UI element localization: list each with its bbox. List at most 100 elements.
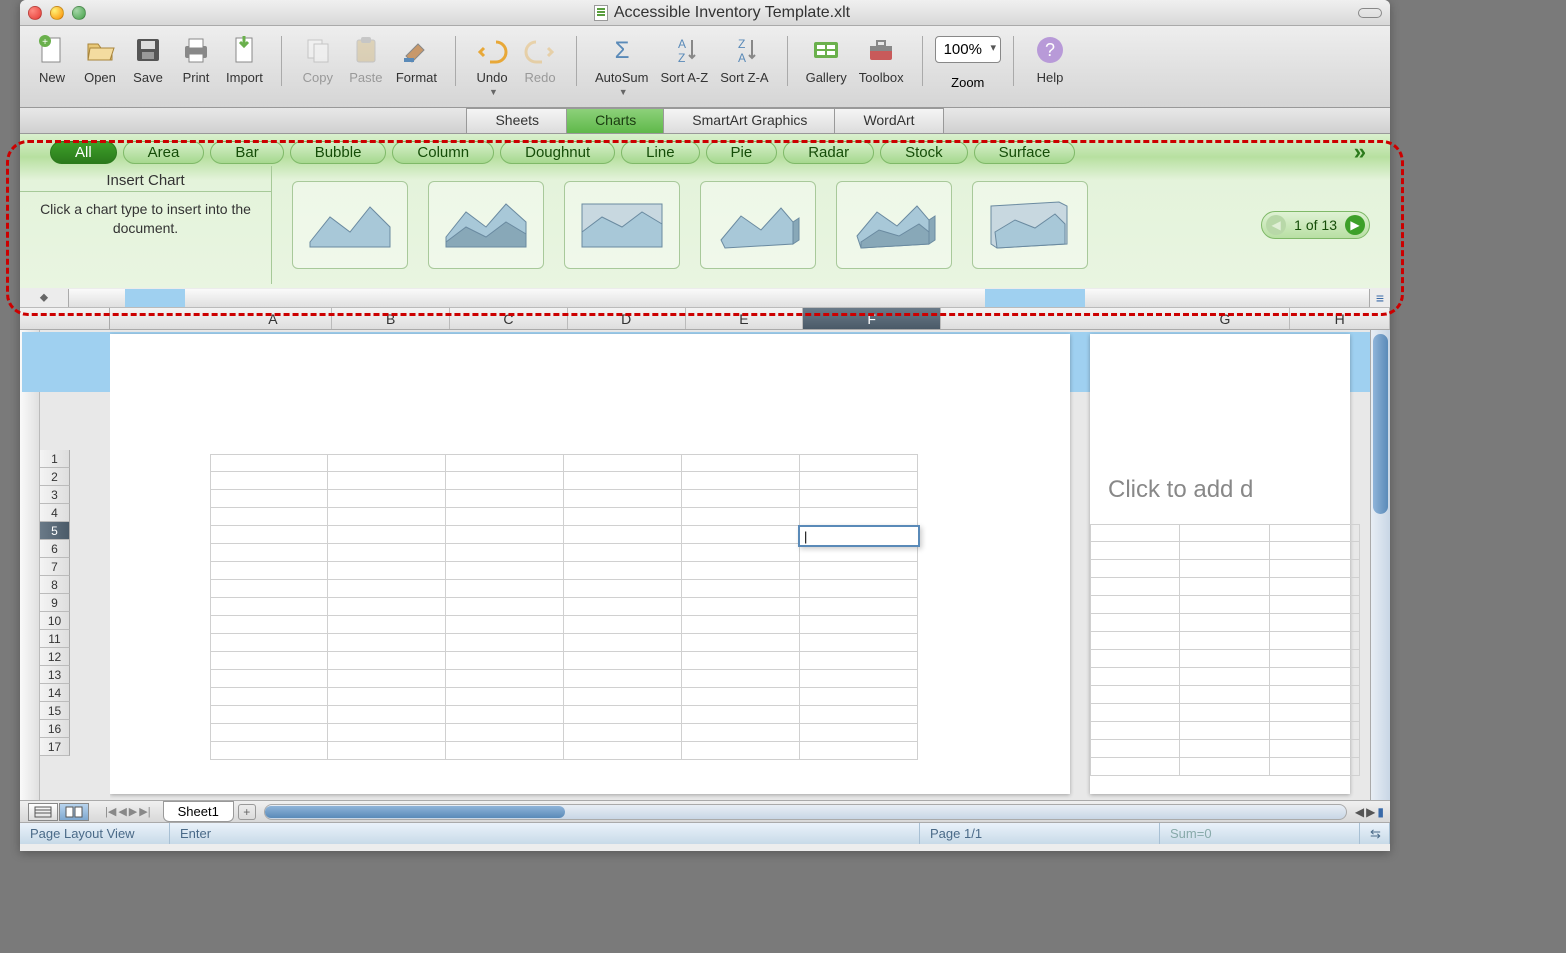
page-layout-view-button[interactable] <box>59 803 89 821</box>
cell[interactable] <box>446 670 564 688</box>
cell[interactable] <box>1180 650 1270 668</box>
sheet-tab-sheet1[interactable]: Sheet1 <box>163 801 234 822</box>
cell[interactable] <box>800 688 918 706</box>
cell[interactable] <box>682 742 800 760</box>
cell[interactable] <box>682 490 800 508</box>
new-button[interactable]: + New <box>28 32 76 85</box>
paste-button[interactable]: Paste <box>342 32 390 85</box>
undo-button[interactable]: Undo▼ <box>468 32 516 97</box>
cell[interactable] <box>1180 578 1270 596</box>
cell[interactable] <box>446 526 564 544</box>
cell[interactable] <box>1270 704 1360 722</box>
gallery-tab-charts[interactable]: Charts <box>566 108 665 133</box>
active-cell-editor[interactable]: | <box>798 525 920 547</box>
toolbox-button[interactable]: Toolbox <box>853 32 910 85</box>
select-all-button[interactable] <box>20 308 110 329</box>
sort-za-button[interactable]: ZA Sort Z-A <box>714 32 774 85</box>
hscroll-left-button[interactable]: ◀ <box>1355 805 1364 819</box>
cell[interactable] <box>1270 524 1360 542</box>
cell[interactable] <box>446 688 564 706</box>
cell[interactable] <box>800 562 918 580</box>
cell[interactable] <box>1270 596 1360 614</box>
cell[interactable] <box>328 724 446 742</box>
cell[interactable] <box>682 724 800 742</box>
cell[interactable] <box>1090 758 1180 776</box>
row-header-6[interactable]: 6 <box>40 540 70 558</box>
row-header-15[interactable]: 15 <box>40 702 70 720</box>
cell[interactable] <box>564 490 682 508</box>
zoom-select[interactable]: 100% <box>935 36 1001 63</box>
chart-category-bar[interactable]: Bar <box>210 141 283 164</box>
cell[interactable] <box>210 580 328 598</box>
chart-thumb-area-stacked[interactable] <box>428 181 544 269</box>
cell[interactable] <box>682 454 800 472</box>
cell[interactable] <box>682 580 800 598</box>
row-header-11[interactable]: 11 <box>40 630 70 648</box>
status-extra[interactable]: ⇆ <box>1360 823 1390 844</box>
save-button[interactable]: Save <box>124 32 172 85</box>
row-header-4[interactable]: 4 <box>40 504 70 522</box>
cell[interactable] <box>1090 722 1180 740</box>
open-button[interactable]: Open <box>76 32 124 85</box>
cell[interactable] <box>564 472 682 490</box>
cell[interactable] <box>682 652 800 670</box>
minimize-window-button[interactable] <box>50 6 64 20</box>
cell[interactable] <box>564 670 682 688</box>
cell-grid-2[interactable] <box>1090 524 1360 776</box>
cell[interactable] <box>1180 632 1270 650</box>
cell[interactable] <box>1270 560 1360 578</box>
cell[interactable] <box>800 706 918 724</box>
column-header-H[interactable]: H <box>1290 308 1390 329</box>
cell[interactable] <box>210 616 328 634</box>
cell[interactable] <box>564 454 682 472</box>
chart-thumb-area-3d-100[interactable] <box>972 181 1088 269</box>
row-header-2[interactable]: 2 <box>40 468 70 486</box>
help-button[interactable]: ? Help <box>1026 32 1074 85</box>
cell[interactable] <box>564 688 682 706</box>
horizontal-scrollbar[interactable] <box>264 804 1347 820</box>
cell[interactable] <box>1270 686 1360 704</box>
chart-category-doughnut[interactable]: Doughnut <box>500 141 615 164</box>
cell[interactable] <box>682 526 800 544</box>
cell[interactable] <box>328 472 446 490</box>
cell[interactable] <box>328 526 446 544</box>
cell[interactable] <box>446 544 564 562</box>
cell[interactable] <box>800 580 918 598</box>
vertical-ruler[interactable] <box>20 330 40 800</box>
cell[interactable] <box>800 724 918 742</box>
cell[interactable] <box>1090 704 1180 722</box>
cell[interactable] <box>210 706 328 724</box>
cell[interactable] <box>328 544 446 562</box>
chart-category-area[interactable]: Area <box>123 141 205 164</box>
cell[interactable] <box>1090 686 1180 704</box>
chart-category-more-button[interactable]: » <box>1348 139 1372 165</box>
cell[interactable] <box>564 706 682 724</box>
cell[interactable] <box>564 526 682 544</box>
cell[interactable] <box>1270 668 1360 686</box>
cell[interactable] <box>800 670 918 688</box>
cell[interactable] <box>564 544 682 562</box>
cell[interactable] <box>210 508 328 526</box>
gallery-tab-smartart-graphics[interactable]: SmartArt Graphics <box>663 108 836 133</box>
sort-az-button[interactable]: AZ Sort A-Z <box>655 32 715 85</box>
chart-category-radar[interactable]: Radar <box>783 141 874 164</box>
cell[interactable] <box>446 454 564 472</box>
cell[interactable] <box>1090 542 1180 560</box>
sheet-first-button[interactable]: |◀ <box>105 805 116 818</box>
cell[interactable] <box>1180 722 1270 740</box>
chart-thumb-area-3d[interactable] <box>700 181 816 269</box>
print-button[interactable]: Print <box>172 32 220 85</box>
ruler-menu-icon[interactable]: ≡ <box>1370 290 1390 306</box>
cell[interactable] <box>328 454 446 472</box>
chart-thumb-area-100[interactable] <box>564 181 680 269</box>
column-header-C[interactable]: C <box>450 308 568 329</box>
cell[interactable] <box>210 454 328 472</box>
cell[interactable] <box>328 490 446 508</box>
cell[interactable] <box>1180 560 1270 578</box>
cell[interactable] <box>328 616 446 634</box>
cell[interactable] <box>800 652 918 670</box>
cell[interactable] <box>682 562 800 580</box>
cell[interactable] <box>1180 668 1270 686</box>
column-header-A[interactable]: A <box>215 308 333 329</box>
cell[interactable] <box>682 706 800 724</box>
